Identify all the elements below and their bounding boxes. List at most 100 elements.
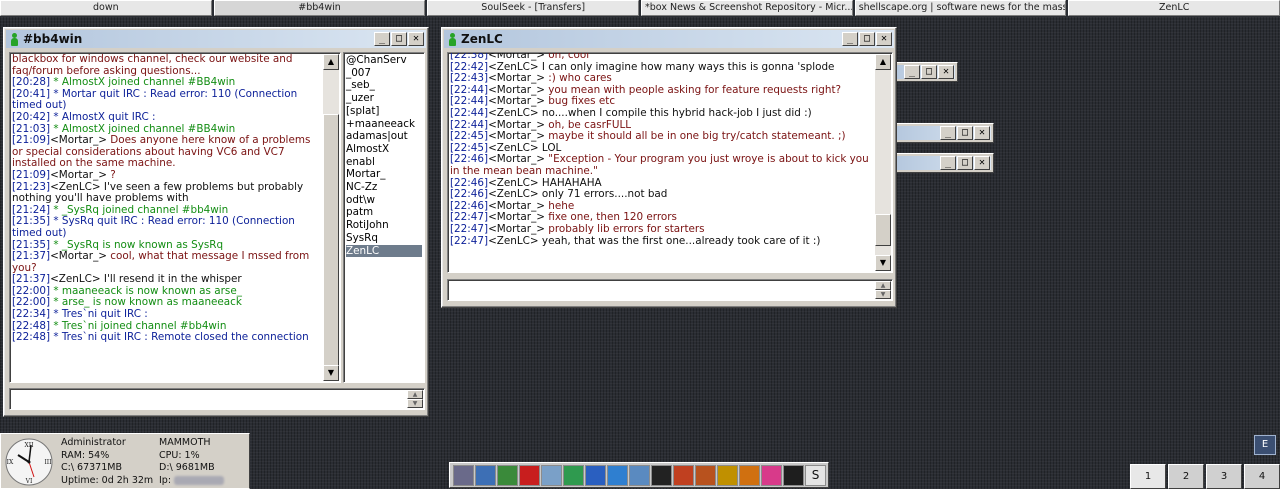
- nick-list-item[interactable]: NC-Zz: [346, 181, 422, 194]
- nickname[interactable]: <Mortar_>: [488, 223, 545, 235]
- close-button[interactable]: ✕: [974, 126, 990, 140]
- cloud-icon[interactable]: [541, 464, 562, 486]
- nickname[interactable]: <ZenLC>: [50, 181, 101, 193]
- task-zenlc[interactable]: ZenLC: [1068, 0, 1280, 16]
- nickname[interactable]: <Mortar_>: [488, 211, 545, 224]
- nick-list-item[interactable]: adamas|out: [346, 130, 422, 143]
- nickname[interactable]: <Mortar_>: [50, 250, 107, 262]
- scroll-up-button[interactable]: ▲: [323, 54, 339, 70]
- task-shellscape[interactable]: shellscape.org | software news for the m…: [854, 0, 1067, 16]
- nick-list-item[interactable]: enabl: [346, 156, 422, 169]
- minimize-button[interactable]: _: [940, 126, 956, 140]
- nickname[interactable]: <Mortar_>: [488, 72, 545, 84]
- scroll-up-button[interactable]: ▲: [875, 54, 891, 70]
- nickname[interactable]: <ZenLC>: [488, 61, 539, 73]
- plane-icon[interactable]: [585, 464, 606, 486]
- nick-list-item[interactable]: odt\w: [346, 194, 422, 207]
- globe-icon[interactable]: [607, 464, 628, 486]
- minimize-button[interactable]: _: [374, 32, 390, 46]
- scroll-thumb[interactable]: [323, 114, 339, 374]
- pencil-icon[interactable]: [739, 464, 760, 486]
- close-button[interactable]: ✕: [408, 32, 424, 46]
- nickname[interactable]: <Mortar_>: [488, 95, 545, 108]
- window-icon[interactable]: [629, 464, 650, 486]
- nick-list-item[interactable]: +maaneeack: [346, 118, 422, 131]
- background-window-2[interactable]: _ □ ✕: [888, 123, 994, 143]
- window-titlebar[interactable]: ZenLC _ □ ✕: [444, 30, 894, 48]
- maximize-button[interactable]: □: [391, 32, 407, 46]
- task-down[interactable]: down: [0, 0, 212, 16]
- close-button[interactable]: ✕: [974, 156, 990, 170]
- scroll-down-button[interactable]: ▼: [875, 255, 891, 271]
- nick-list-item[interactable]: [splat]: [346, 105, 422, 118]
- message-input[interactable]: ▲ ▼: [9, 388, 425, 410]
- nickname[interactable]: <Mortar_>: [488, 200, 545, 212]
- scroll-down-button[interactable]: ▼: [323, 365, 339, 381]
- nick-list[interactable]: @ChanServ _007 _seb_ _uzer [splat] +maaneeack…: [343, 52, 425, 383]
- maximize-button[interactable]: □: [921, 65, 937, 79]
- desktop-button[interactable]: E: [1254, 435, 1276, 455]
- minimize-button[interactable]: _: [842, 32, 858, 46]
- message-input[interactable]: ▲ ▼: [447, 279, 893, 301]
- minimize-button[interactable]: _: [940, 156, 956, 170]
- nickname[interactable]: <Mortar_>: [488, 84, 545, 96]
- nick-list-item[interactable]: Mortar_: [346, 168, 422, 181]
- nickname[interactable]: <Mortar_>: [50, 134, 107, 146]
- person-icon[interactable]: [563, 464, 584, 486]
- nickname[interactable]: <Mortar_>: [488, 119, 545, 131]
- ati-icon[interactable]: [519, 464, 540, 486]
- chat-log[interactable]: blackbox for windows channel, check our …: [9, 52, 341, 383]
- background-window-3[interactable]: _ □ ✕: [888, 153, 994, 173]
- nickname[interactable]: <ZenLC>: [488, 188, 539, 200]
- nickname[interactable]: <ZenLC>: [488, 142, 539, 154]
- task-box-news[interactable]: *box News & Screenshot Repository - Micr…: [641, 0, 853, 16]
- chat-log[interactable]: [22:38]<Mortar_> oh, cool [22:42]<ZenLC> …: [447, 52, 893, 273]
- minimize-button[interactable]: _: [904, 65, 920, 79]
- maximize-button[interactable]: □: [859, 32, 875, 46]
- gear-icon[interactable]: [453, 464, 474, 486]
- nick-list-item[interactable]: @ChanServ: [346, 54, 422, 67]
- u-icon[interactable]: [717, 464, 738, 486]
- nickname[interactable]: <ZenLC>: [488, 177, 539, 189]
- workspace-2[interactable]: 2: [1168, 464, 1204, 489]
- nick-list-item[interactable]: RotiJohn: [346, 219, 422, 232]
- winamp-icon[interactable]: [783, 464, 804, 486]
- close-button[interactable]: ✕: [876, 32, 892, 46]
- workspace-3[interactable]: 3: [1206, 464, 1242, 489]
- s-icon[interactable]: S: [805, 464, 826, 486]
- console-icon[interactable]: [651, 464, 672, 486]
- network-icon[interactable]: [475, 464, 496, 486]
- nickname[interactable]: <ZenLC>: [50, 273, 101, 285]
- nick-list-item[interactable]: SysRq: [346, 232, 422, 245]
- nick-list-item[interactable]: ZenLC: [346, 244, 422, 258]
- nick-list-item[interactable]: patm: [346, 206, 422, 219]
- scroll-thumb[interactable]: [875, 214, 891, 246]
- bird-icon[interactable]: [497, 464, 518, 486]
- chat-log-scrollbar[interactable]: ▲ ▼: [875, 54, 891, 271]
- nickname[interactable]: <Mortar_>: [488, 153, 545, 166]
- workspace-1[interactable]: 1: [1130, 464, 1166, 489]
- sysmon-ram: RAM: 54%: [61, 450, 110, 461]
- window-titlebar[interactable]: #bb4win _ □ ✕: [6, 30, 426, 48]
- background-window-1[interactable]: _ □ ✕: [888, 62, 958, 82]
- palette-icon[interactable]: [761, 464, 782, 486]
- maximize-button[interactable]: □: [957, 126, 973, 140]
- nick-list-item[interactable]: AlmostX: [346, 143, 422, 156]
- task-bb4win[interactable]: #bb4win: [213, 0, 426, 16]
- nickname[interactable]: <Mortar_>: [488, 130, 545, 142]
- task-soulseek[interactable]: SoulSeek - [Transfers]: [427, 0, 640, 16]
- grid-icon[interactable]: [673, 464, 694, 486]
- input-spinner[interactable]: ▲ ▼: [407, 390, 423, 408]
- box-icon[interactable]: [695, 464, 716, 486]
- maximize-button[interactable]: □: [957, 156, 973, 170]
- nickname[interactable]: <Mortar_>: [50, 169, 107, 181]
- nick-list-item[interactable]: _007: [346, 67, 422, 80]
- workspace-4[interactable]: 4: [1244, 464, 1280, 489]
- nickname[interactable]: <ZenLC>: [488, 235, 539, 247]
- chat-log-scrollbar[interactable]: ▲ ▼: [323, 54, 339, 381]
- input-spinner[interactable]: ▲ ▼: [875, 281, 891, 299]
- nick-list-item[interactable]: _uzer: [346, 92, 422, 105]
- close-button[interactable]: ✕: [938, 65, 954, 79]
- nick-list-item[interactable]: _seb_: [346, 79, 422, 92]
- nickname[interactable]: <ZenLC>: [488, 107, 539, 119]
